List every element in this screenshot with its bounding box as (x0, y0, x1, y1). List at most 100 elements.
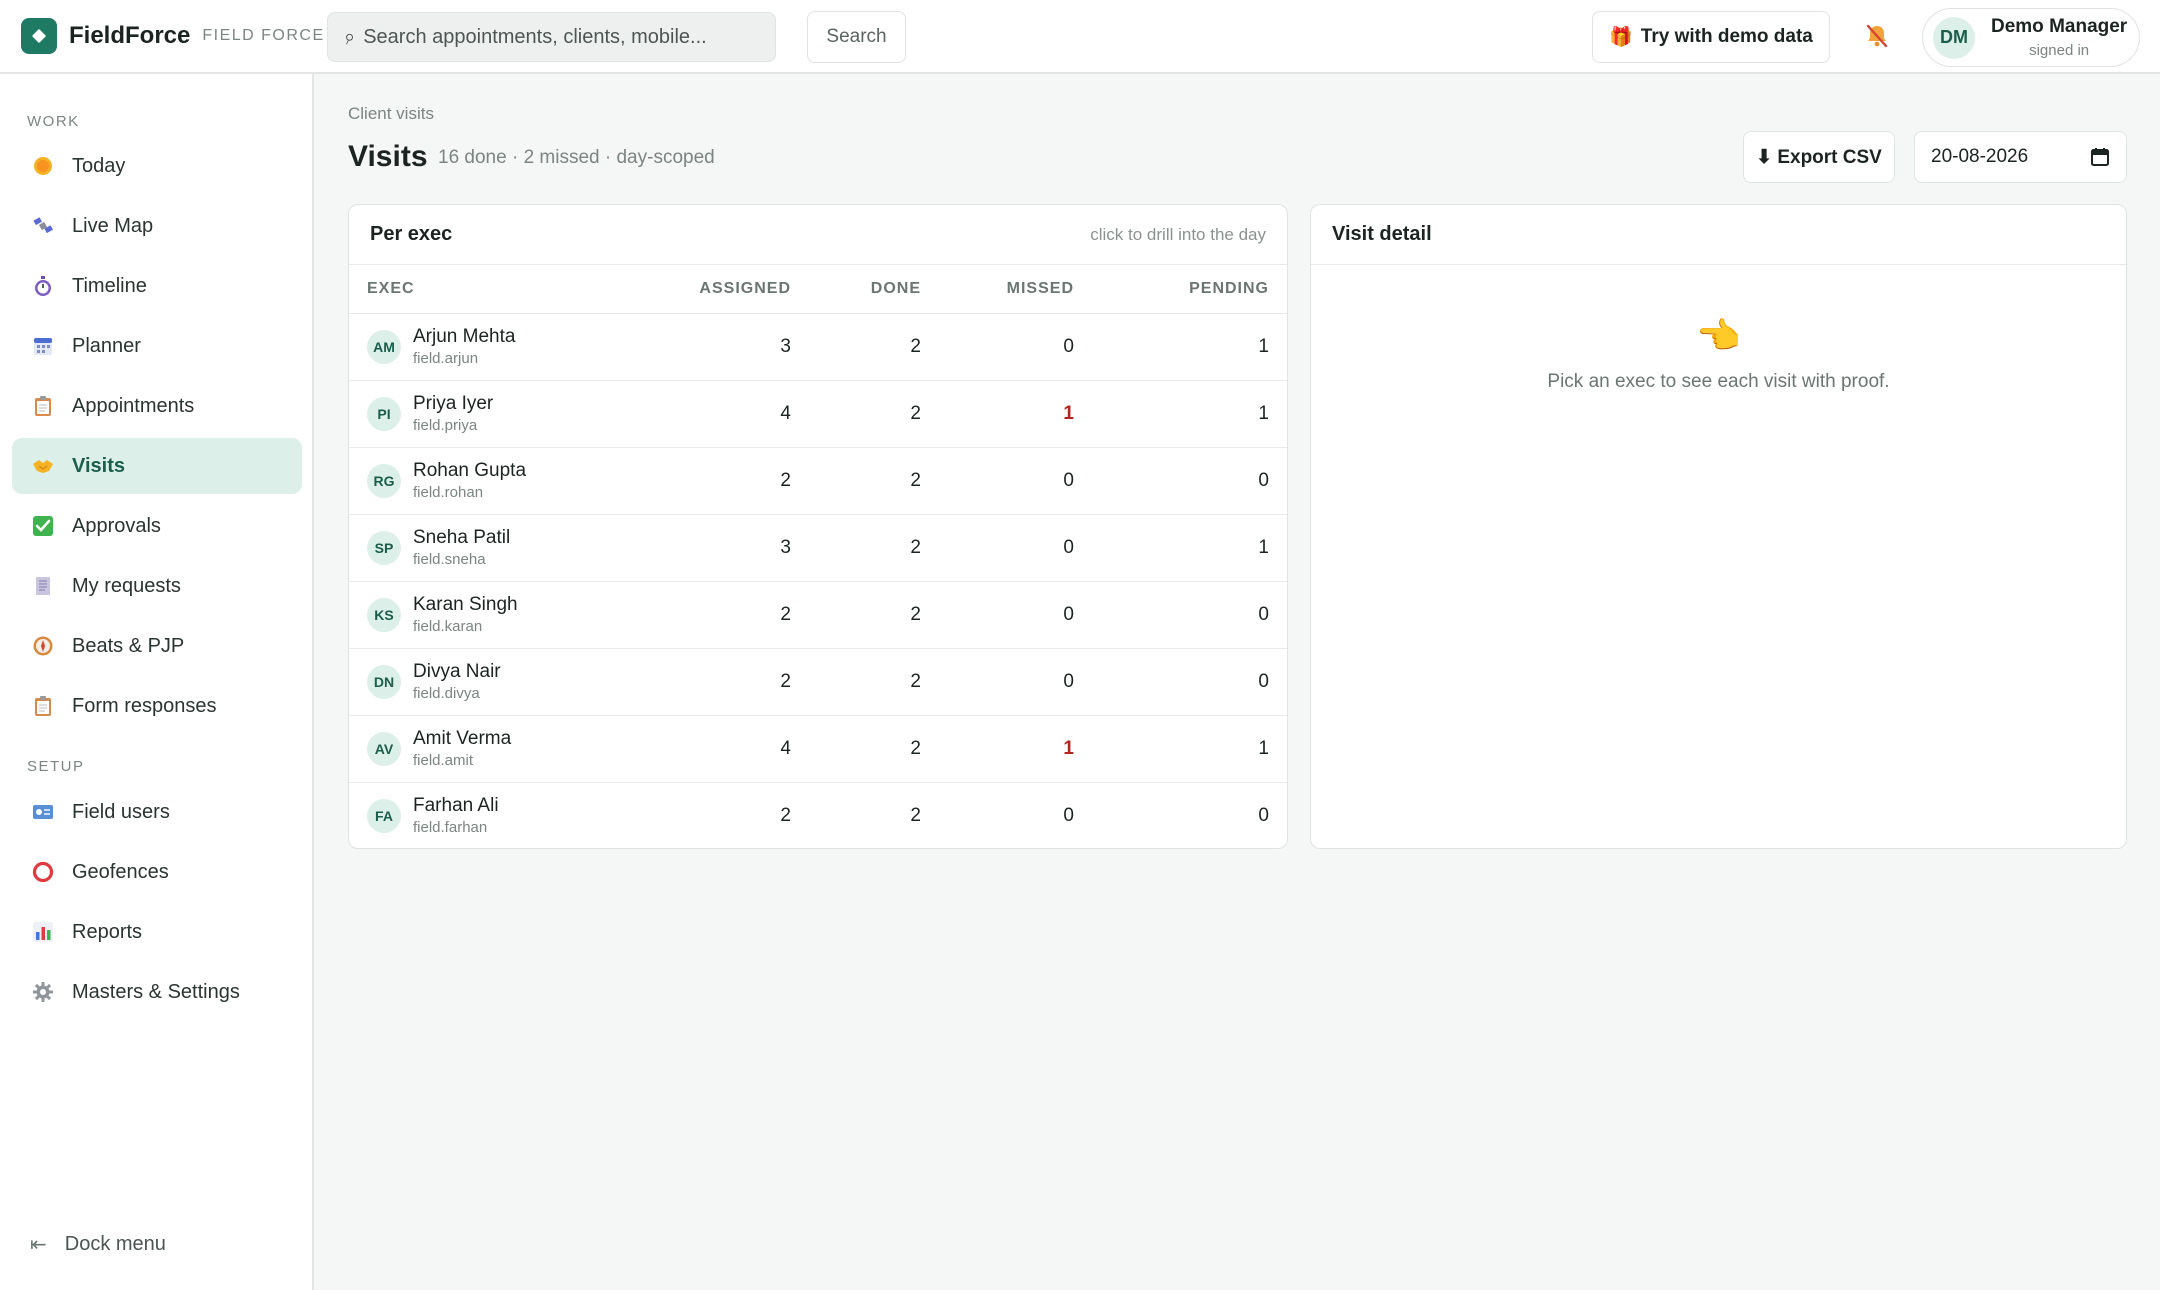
sidebar-item-visits[interactable]: Visits (12, 438, 302, 494)
calendar-icon[interactable] (2090, 147, 2110, 173)
sidebar-item-label: Planner (72, 334, 141, 357)
date-picker[interactable]: 20-08-2026 (1914, 131, 2127, 183)
sidebar-item-approvals[interactable]: Approvals (12, 498, 302, 554)
assigned-cell: 4 (639, 380, 809, 448)
sidebar-item-beats-pjp[interactable]: Beats & PJP (12, 618, 302, 674)
empty-state-message: Pick an exec to see each visit with proo… (1547, 371, 1890, 392)
clipboard-icon (30, 693, 56, 719)
gift-icon: 🎁 (1609, 27, 1633, 48)
exec-cell: AM Arjun Mehta field.arjun (349, 313, 639, 381)
avatar: AM (367, 329, 401, 364)
handshake-icon (30, 453, 56, 479)
sidebar-item-geofences[interactable]: Geofences (12, 844, 302, 900)
missed-cell: 0 (939, 648, 1092, 716)
sidebar-item-label: Beats & PJP (72, 634, 185, 657)
search-input[interactable] (363, 25, 744, 49)
missed-cell: 0 (939, 313, 1092, 381)
exec-name: Arjun Mehta (413, 326, 516, 347)
dock-menu-button[interactable]: ⇤ Dock menu (30, 1232, 166, 1257)
breadcrumb[interactable]: Client visits (348, 104, 434, 124)
done-cell: 2 (809, 648, 939, 716)
sidebar-item-label: Reports (72, 920, 143, 943)
sidebar-item-planner[interactable]: Planner (12, 318, 302, 374)
exec-name: Divya Nair (413, 661, 501, 682)
table-row[interactable]: KS Karan Singh field.karan 2 2 0 0 (349, 581, 1287, 649)
sidebar-item-form-responses[interactable]: Form responses (12, 678, 302, 734)
dock-menu-label: Dock menu (64, 1233, 166, 1255)
table-row[interactable]: DN Divya Nair field.divya 2 2 0 0 (349, 648, 1287, 716)
sidebar-section-setup: SETUP (27, 758, 85, 775)
done-cell: 2 (809, 581, 939, 649)
pending-cell: 1 (1092, 514, 1287, 582)
avatar: PI (367, 396, 401, 431)
brand-subtitle: FIELD FORCE (202, 27, 325, 44)
pending-cell: 1 (1092, 715, 1287, 783)
brand[interactable]: FieldForce FIELD FORCE (21, 18, 325, 54)
exec-username: field.arjun (413, 350, 479, 367)
sidebar-item-label: Form responses (72, 694, 217, 717)
assigned-cell: 2 (639, 648, 809, 716)
sidebar-item-reports[interactable]: Reports (12, 904, 302, 960)
sidebar-item-timeline[interactable]: Timeline (12, 258, 302, 314)
exec-cell: FA Farhan Ali field.farhan (349, 782, 639, 849)
table-row[interactable]: SP Sneha Patil field.sneha 3 2 0 1 (349, 514, 1287, 582)
pending-cell: 1 (1092, 380, 1287, 448)
user-menu[interactable]: DM Demo Manager signed in (1922, 8, 2140, 67)
table-row[interactable]: AM Arjun Mehta field.arjun 3 2 0 1 (349, 313, 1287, 381)
missed-cell: 1 (939, 715, 1092, 783)
brand-name: FieldForce (69, 22, 191, 49)
exec-name: Sneha Patil (413, 527, 511, 548)
clipboard-icon (30, 393, 56, 419)
assigned-cell: 2 (639, 447, 809, 515)
gear-icon (30, 979, 56, 1005)
search-box: ⌕ (327, 12, 776, 62)
sidebar: WORK Today Live Map Timeline Planner App… (0, 74, 314, 1290)
pending-cell: 0 (1258, 804, 1269, 826)
exec-username: field.priya (413, 417, 478, 434)
bar-chart-icon (30, 919, 56, 945)
table-row[interactable]: FA Farhan Ali field.farhan 2 2 0 0 (349, 782, 1287, 849)
check-box-icon (30, 513, 56, 539)
exec-cell: PI Priya Iyer field.priya (349, 380, 639, 448)
exec-username: field.rohan (413, 484, 484, 501)
sidebar-item-live-map[interactable]: Live Map (12, 198, 302, 254)
column-header-exec: EXEC (349, 265, 639, 314)
missed-cell: 0 (939, 581, 1092, 649)
export-csv-button[interactable]: ⬇ Export CSV (1743, 131, 1895, 183)
sidebar-item-field-users[interactable]: Field users (12, 784, 302, 840)
sidebar-item-label: Today (72, 154, 126, 177)
exec-cell: SP Sneha Patil field.sneha (349, 514, 639, 582)
pending-cell: 0 (1092, 447, 1287, 515)
sidebar-item-label: My requests (72, 574, 181, 597)
visit-detail-card: Visit detail 👈 Pick an exec to see each … (1310, 204, 2127, 849)
missed-cell: 0 (939, 447, 1092, 515)
user-name: Demo Manager (1991, 16, 2128, 37)
missed-cell: 0 (1063, 804, 1074, 826)
sidebar-item-my-requests[interactable]: My requests (12, 558, 302, 614)
assigned-cell: 3 (639, 514, 809, 582)
user-status: signed in (2029, 42, 2090, 59)
visit-detail-title: Visit detail (1332, 223, 1432, 245)
avatar: AV (367, 731, 401, 766)
demo-data-button[interactable]: 🎁 Try with demo data (1592, 11, 1830, 63)
notifications-muted-icon[interactable] (1862, 21, 1892, 51)
exec-username: field.karan (413, 618, 483, 635)
sidebar-item-today[interactable]: Today (12, 138, 302, 194)
exec-username: field.sneha (413, 551, 486, 568)
dock-left-icon: ⇤ (30, 1234, 47, 1256)
pending-cell: 0 (1092, 581, 1287, 649)
sidebar-item-label: Appointments (72, 394, 195, 417)
sidebar-item-appointments[interactable]: Appointments (12, 378, 302, 434)
avatar: KS (367, 597, 401, 632)
pending-cell: 1 (1092, 313, 1287, 381)
pointing-hand-icon: 👈 (1696, 315, 1741, 356)
assigned-cell: 4 (639, 715, 809, 783)
table-row[interactable]: AV Amit Verma field.amit 4 2 1 1 (349, 715, 1287, 783)
table-row[interactable]: RG Rohan Gupta field.rohan 2 2 0 0 (349, 447, 1287, 515)
exec-name: Priya Iyer (413, 393, 494, 414)
search-button[interactable]: Search (807, 11, 906, 63)
stopwatch-icon (30, 273, 56, 299)
table-row[interactable]: PI Priya Iyer field.priya 4 2 1 1 (349, 380, 1287, 448)
sidebar-item-masters-settings[interactable]: Masters & Settings (12, 964, 302, 1020)
missed-cell: 0 (939, 514, 1092, 582)
